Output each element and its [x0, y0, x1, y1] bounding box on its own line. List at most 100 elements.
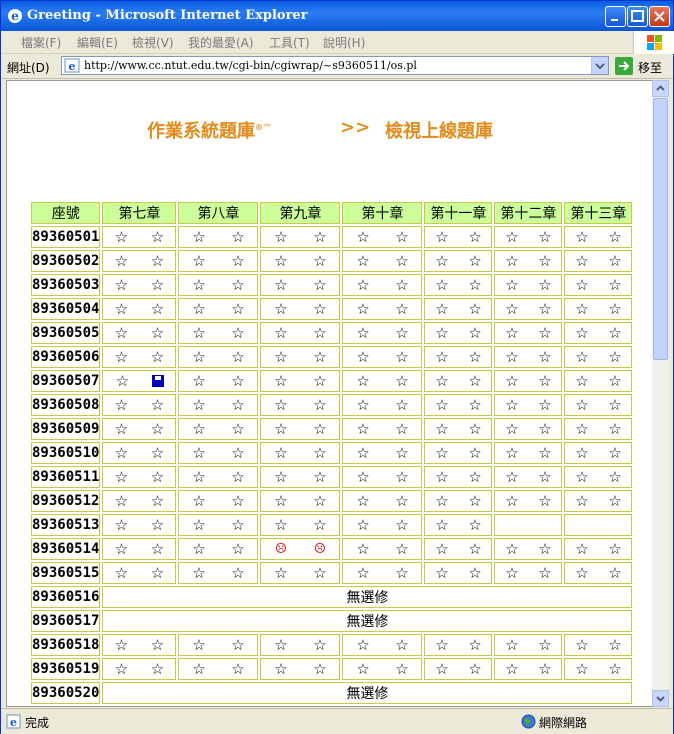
star-icon[interactable]: ☆: [355, 253, 371, 269]
star-icon[interactable]: ☆: [230, 493, 246, 509]
star-icon[interactable]: ☆: [394, 373, 410, 389]
address-dropdown[interactable]: [591, 57, 608, 74]
star-icon[interactable]: ☆: [312, 349, 328, 365]
star-icon[interactable]: ☆: [312, 325, 328, 341]
star-icon[interactable]: ☆: [434, 445, 450, 461]
star-icon[interactable]: ☆: [149, 301, 165, 317]
star-icon[interactable]: ☆: [574, 469, 590, 485]
star-icon[interactable]: ☆: [434, 373, 450, 389]
maximize-button[interactable]: [627, 6, 648, 27]
star-icon[interactable]: ☆: [504, 349, 520, 365]
star-icon[interactable]: ☆: [230, 517, 246, 533]
star-icon[interactable]: ☆: [394, 637, 410, 653]
star-icon[interactable]: ☆: [149, 349, 165, 365]
star-icon[interactable]: ☆: [273, 517, 289, 533]
star-icon[interactable]: ☆: [607, 661, 623, 677]
star-icon[interactable]: ☆: [394, 565, 410, 581]
star-icon[interactable]: ☆: [230, 661, 246, 677]
star-icon[interactable]: ☆: [504, 493, 520, 509]
sad-face-icon[interactable]: ☹: [273, 541, 289, 557]
star-icon[interactable]: ☆: [149, 637, 165, 653]
star-icon[interactable]: ☆: [312, 661, 328, 677]
go-button[interactable]: [615, 57, 633, 75]
star-icon[interactable]: ☆: [394, 301, 410, 317]
star-icon[interactable]: ☆: [607, 277, 623, 293]
star-icon[interactable]: ☆: [394, 253, 410, 269]
star-icon[interactable]: ☆: [537, 469, 553, 485]
star-icon[interactable]: ☆: [467, 517, 483, 533]
star-icon[interactable]: ☆: [312, 445, 328, 461]
star-icon[interactable]: ☆: [113, 301, 129, 317]
star-icon[interactable]: ☆: [467, 277, 483, 293]
star-icon[interactable]: ☆: [537, 565, 553, 581]
star-icon[interactable]: ☆: [113, 517, 129, 533]
star-icon[interactable]: ☆: [607, 469, 623, 485]
star-icon[interactable]: ☆: [504, 541, 520, 557]
star-icon[interactable]: ☆: [607, 229, 623, 245]
star-icon[interactable]: ☆: [149, 469, 165, 485]
star-icon[interactable]: ☆: [113, 565, 129, 581]
star-icon[interactable]: ☆: [273, 445, 289, 461]
star-icon[interactable]: ☆: [394, 661, 410, 677]
star-icon[interactable]: ☆: [607, 637, 623, 653]
floppy-disk-icon[interactable]: [152, 375, 165, 387]
star-icon[interactable]: ☆: [537, 661, 553, 677]
star-icon[interactable]: ☆: [191, 373, 207, 389]
star-icon[interactable]: ☆: [537, 445, 553, 461]
star-icon[interactable]: ☆: [273, 277, 289, 293]
star-icon[interactable]: ☆: [574, 301, 590, 317]
star-icon[interactable]: ☆: [149, 277, 165, 293]
star-icon[interactable]: ☆: [273, 301, 289, 317]
star-icon[interactable]: ☆: [113, 349, 129, 365]
star-icon[interactable]: ☆: [504, 565, 520, 581]
star-icon[interactable]: ☆: [149, 565, 165, 581]
star-icon[interactable]: ☆: [113, 541, 129, 557]
star-icon[interactable]: ☆: [574, 445, 590, 461]
menu-help[interactable]: 說明(H): [323, 34, 365, 51]
star-icon[interactable]: ☆: [149, 493, 165, 509]
star-icon[interactable]: ☆: [355, 469, 371, 485]
star-icon[interactable]: ☆: [149, 253, 165, 269]
star-icon[interactable]: ☆: [574, 277, 590, 293]
star-icon[interactable]: ☆: [191, 469, 207, 485]
star-icon[interactable]: ☆: [574, 661, 590, 677]
star-icon[interactable]: ☆: [504, 445, 520, 461]
vertical-scrollbar[interactable]: [652, 80, 669, 707]
star-icon[interactable]: ☆: [230, 325, 246, 341]
star-icon[interactable]: ☆: [467, 637, 483, 653]
star-icon[interactable]: ☆: [394, 397, 410, 413]
minimize-button[interactable]: [605, 6, 626, 27]
star-icon[interactable]: ☆: [312, 517, 328, 533]
star-icon[interactable]: ☆: [537, 373, 553, 389]
star-icon[interactable]: ☆: [273, 397, 289, 413]
star-icon[interactable]: ☆: [230, 397, 246, 413]
menu-edit[interactable]: 編輯(E): [77, 34, 118, 51]
star-icon[interactable]: ☆: [504, 397, 520, 413]
star-icon[interactable]: ☆: [273, 373, 289, 389]
star-icon[interactable]: ☆: [394, 541, 410, 557]
star-icon[interactable]: ☆: [149, 445, 165, 461]
star-icon[interactable]: ☆: [312, 229, 328, 245]
star-icon[interactable]: ☆: [434, 277, 450, 293]
star-icon[interactable]: ☆: [312, 373, 328, 389]
star-icon[interactable]: ☆: [504, 277, 520, 293]
star-icon[interactable]: ☆: [504, 373, 520, 389]
star-icon[interactable]: ☆: [394, 517, 410, 533]
star-icon[interactable]: ☆: [434, 229, 450, 245]
star-icon[interactable]: ☆: [273, 637, 289, 653]
star-icon[interactable]: ☆: [394, 445, 410, 461]
star-icon[interactable]: ☆: [434, 397, 450, 413]
scroll-up-button[interactable]: [652, 80, 669, 97]
star-icon[interactable]: ☆: [273, 349, 289, 365]
star-icon[interactable]: ☆: [537, 349, 553, 365]
star-icon[interactable]: ☆: [191, 493, 207, 509]
star-icon[interactable]: ☆: [191, 397, 207, 413]
star-icon[interactable]: ☆: [394, 469, 410, 485]
star-icon[interactable]: ☆: [607, 565, 623, 581]
star-icon[interactable]: ☆: [355, 325, 371, 341]
star-icon[interactable]: ☆: [113, 277, 129, 293]
star-icon[interactable]: ☆: [434, 421, 450, 437]
star-icon[interactable]: ☆: [355, 565, 371, 581]
star-icon[interactable]: ☆: [434, 349, 450, 365]
star-icon[interactable]: ☆: [355, 349, 371, 365]
